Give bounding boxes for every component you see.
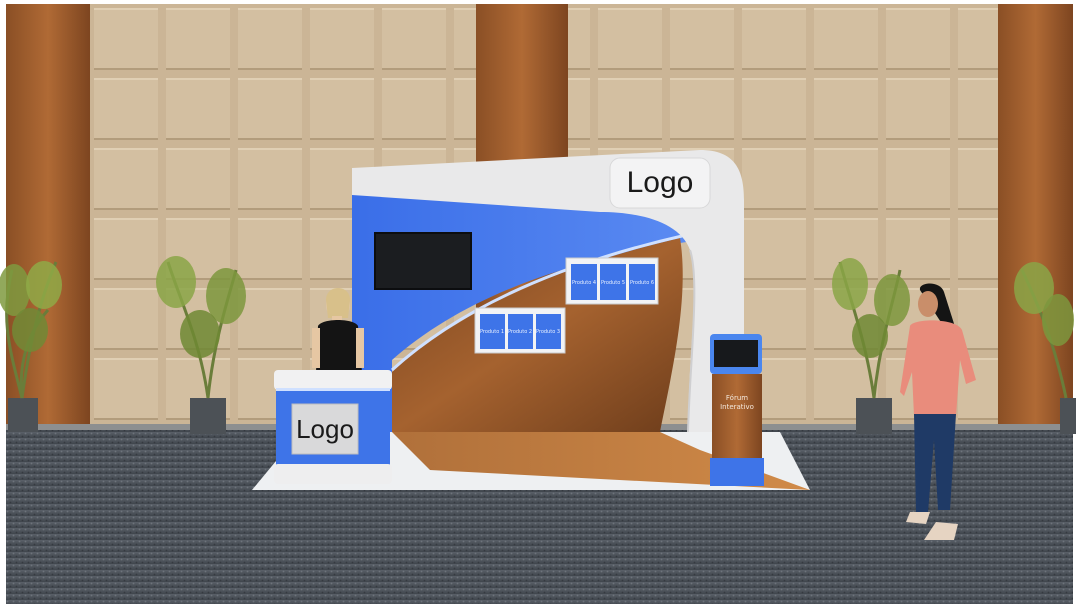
product-shelf-left: Produto 1 Produto 2 Produto 3 [474,307,566,354]
booth-logo-text: Logo [627,166,694,199]
wood-pillar-right [998,4,1073,430]
booth-logo-sign: Logo [609,157,711,209]
product-shelf-right: Produto 4 Produto 5 Produto 6 [565,257,659,305]
kiosk-label-line1: Fórum [726,394,748,402]
product-label: Produto 1 [480,329,504,335]
kiosk-label-line2: Interativo [720,403,754,411]
counter-logo-text: Logo [296,414,354,444]
product-label: Produto 6 [630,280,654,286]
interactive-kiosk: Fórum Interativo [710,334,764,486]
product-label: Produto 2 [508,329,532,335]
product-label: Produto 4 [572,280,596,286]
tv-screen [374,232,472,290]
product-label: Produto 5 [601,280,625,286]
exhibition-booth-render: Logo Produto 4 Produto 5 Produto 6 Produ… [0,0,1079,608]
reception-counter: Logo [274,370,392,484]
booth-scene-svg: Logo Produto 4 Produto 5 Produto 6 Produ… [0,0,1079,608]
wood-pillar-left [6,4,90,430]
product-label: Produto 3 [536,329,560,335]
